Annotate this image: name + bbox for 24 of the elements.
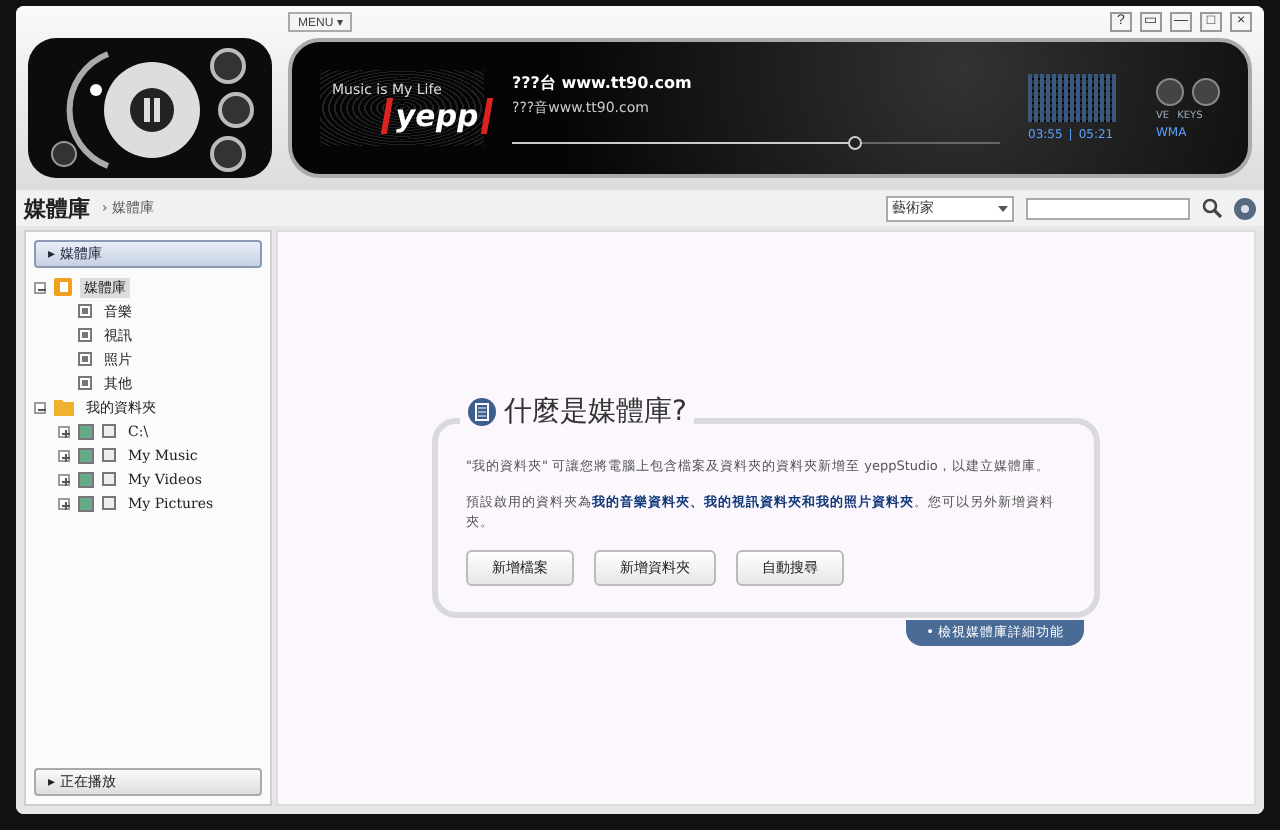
- search-icon[interactable]: [1202, 198, 1222, 218]
- caret-icon: [998, 205, 1008, 211]
- library-icon: [54, 278, 72, 296]
- expand-button[interactable]: [58, 473, 70, 485]
- checkbox[interactable]: [78, 423, 94, 439]
- expand-button[interactable]: [58, 425, 70, 437]
- knob[interactable]: [1192, 77, 1220, 105]
- folder-icon: [54, 398, 74, 416]
- expand-button[interactable]: [58, 497, 70, 509]
- page-title: 媒體庫: [24, 193, 90, 223]
- spectrum-display: [1028, 74, 1116, 122]
- checkbox[interactable]: [78, 495, 94, 511]
- checkbox[interactable]: [78, 447, 94, 463]
- card-title: 什麼是媒體庫?: [504, 394, 687, 431]
- search-field[interactable]: [1026, 197, 1190, 219]
- collapse-button[interactable]: [34, 401, 46, 413]
- knob[interactable]: [1156, 77, 1184, 105]
- expand-button[interactable]: [58, 449, 70, 461]
- checkbox[interactable]: [78, 471, 94, 487]
- collapse-button[interactable]: [34, 281, 46, 293]
- info-icon[interactable]: [1234, 197, 1256, 219]
- track-title: ???台 www.tt90.com: [512, 72, 694, 94]
- brand-logo: yepp: [380, 98, 495, 134]
- seek-thumb[interactable]: [847, 136, 862, 150]
